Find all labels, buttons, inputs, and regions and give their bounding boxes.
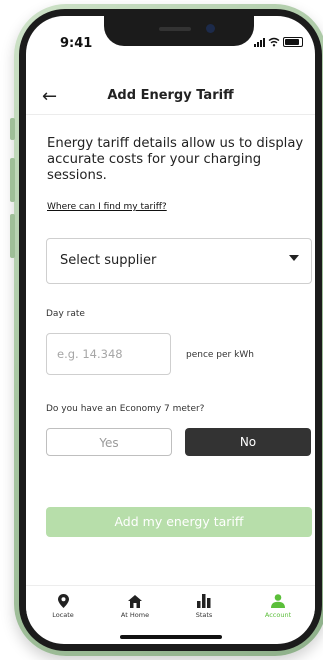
tab-label: At Home bbox=[120, 611, 150, 619]
page-header: ← Add Energy Tariff bbox=[26, 82, 315, 115]
economy7-yes-button[interactable]: Yes bbox=[46, 428, 172, 456]
bottom-tab-bar: Locate At Home Stats Account bbox=[26, 585, 315, 626]
signal-icon bbox=[254, 37, 265, 47]
supplier-select-value: Select supplier bbox=[60, 253, 157, 268]
tab-account[interactable]: Account bbox=[248, 592, 308, 619]
tab-label: Stats bbox=[195, 611, 213, 619]
tab-label: Locate bbox=[52, 611, 74, 619]
intro-text: Energy tariff details allow us to displa… bbox=[47, 136, 304, 183]
day-rate-input[interactable] bbox=[46, 333, 171, 375]
app-screen: 9:41 ← Add Energy Tariff Energy tariff d… bbox=[26, 16, 315, 644]
day-rate-unit: pence per kWh bbox=[186, 350, 254, 360]
tab-stats[interactable]: Stats bbox=[174, 592, 234, 619]
status-icons bbox=[254, 37, 303, 47]
battery-icon bbox=[283, 37, 303, 47]
chevron-down-icon bbox=[289, 255, 299, 261]
tab-label: Account bbox=[264, 611, 292, 619]
phone-side-button bbox=[10, 158, 15, 202]
wifi-icon bbox=[268, 37, 280, 47]
phone-side-button bbox=[10, 118, 15, 140]
home-indicator bbox=[120, 635, 222, 639]
speaker-icon bbox=[159, 27, 191, 31]
location-pin-icon bbox=[57, 594, 69, 608]
supplier-select[interactable]: Select supplier bbox=[46, 238, 312, 284]
phone-side-button bbox=[10, 214, 15, 258]
page-title: Add Energy Tariff bbox=[107, 88, 234, 103]
status-time: 9:41 bbox=[60, 36, 93, 51]
tab-locate[interactable]: Locate bbox=[33, 592, 93, 619]
find-tariff-link[interactable]: Where can I find my tariff? bbox=[47, 202, 167, 212]
add-tariff-button[interactable]: Add my energy tariff bbox=[46, 507, 312, 537]
day-rate-label: Day rate bbox=[46, 309, 85, 319]
person-icon bbox=[271, 594, 285, 608]
camera-icon bbox=[206, 24, 215, 33]
bar-chart-icon bbox=[197, 594, 211, 608]
economy7-no-button[interactable]: No bbox=[185, 428, 311, 456]
tab-at-home[interactable]: At Home bbox=[105, 592, 165, 619]
home-icon bbox=[128, 595, 142, 608]
economy7-question: Do you have an Economy 7 meter? bbox=[46, 404, 205, 414]
notch bbox=[104, 16, 254, 46]
